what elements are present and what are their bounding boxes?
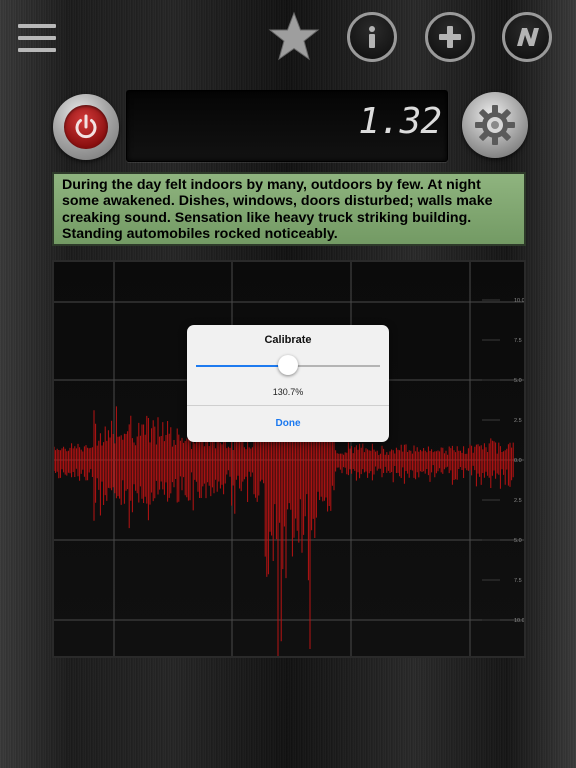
dialog-title: Calibrate: [264, 334, 312, 346]
menu-button[interactable]: [18, 24, 56, 52]
y-tick-label: 5.0: [514, 538, 522, 544]
y-tick-labels: 10.0 7.5 5.0 2.5 0.0 2.5 5.0 7.5 10.0: [482, 298, 524, 624]
gear-icon: [475, 105, 515, 145]
top-toolbar: [0, 0, 576, 80]
calibrate-value: 130.7%: [272, 387, 304, 397]
y-tick-label: 2.5: [514, 498, 522, 504]
hamburger-icon: [18, 24, 56, 28]
n-logo-icon: [517, 28, 539, 46]
y-tick-label: 5.0: [514, 378, 522, 384]
info-button[interactable]: [347, 12, 397, 62]
slider-track-filled[interactable]: [196, 365, 288, 367]
y-tick-label: 10.0: [514, 298, 524, 304]
add-button[interactable]: [425, 12, 475, 62]
seismograph-plot: 10.0 7.5 5.0 2.5 0.0 2.5 5.0 7.5 10.0: [54, 262, 524, 656]
calibrate-slider-thumb[interactable]: [278, 355, 298, 375]
magnitude-value: 1.32: [358, 101, 442, 142]
seismograph-panel: 10.0 7.5 5.0 2.5 0.0 2.5 5.0 7.5 10.0: [52, 260, 526, 658]
done-button[interactable]: Done: [187, 406, 389, 442]
star-icon: [268, 11, 320, 61]
brand-button[interactable]: [502, 12, 552, 62]
y-tick-label: 0.0: [514, 458, 522, 464]
plus-icon: [439, 26, 461, 48]
y-tick-label: 2.5: [514, 418, 522, 424]
magnitude-display: 1.32: [126, 90, 448, 162]
settings-button[interactable]: [462, 92, 528, 158]
favorite-button[interactable]: [266, 10, 322, 66]
calibrate-dialog: Calibrate 130.7% Done: [187, 325, 389, 442]
power-icon: [75, 114, 97, 139]
y-tick-label: 7.5: [514, 578, 522, 584]
intensity-description: During the day felt indoors by many, out…: [52, 172, 526, 246]
info-icon: [369, 26, 375, 48]
power-button[interactable]: [53, 94, 119, 160]
y-tick-label: 7.5: [514, 338, 522, 344]
slider-track-empty[interactable]: [288, 365, 380, 367]
y-tick-label: 10.0: [514, 618, 524, 624]
